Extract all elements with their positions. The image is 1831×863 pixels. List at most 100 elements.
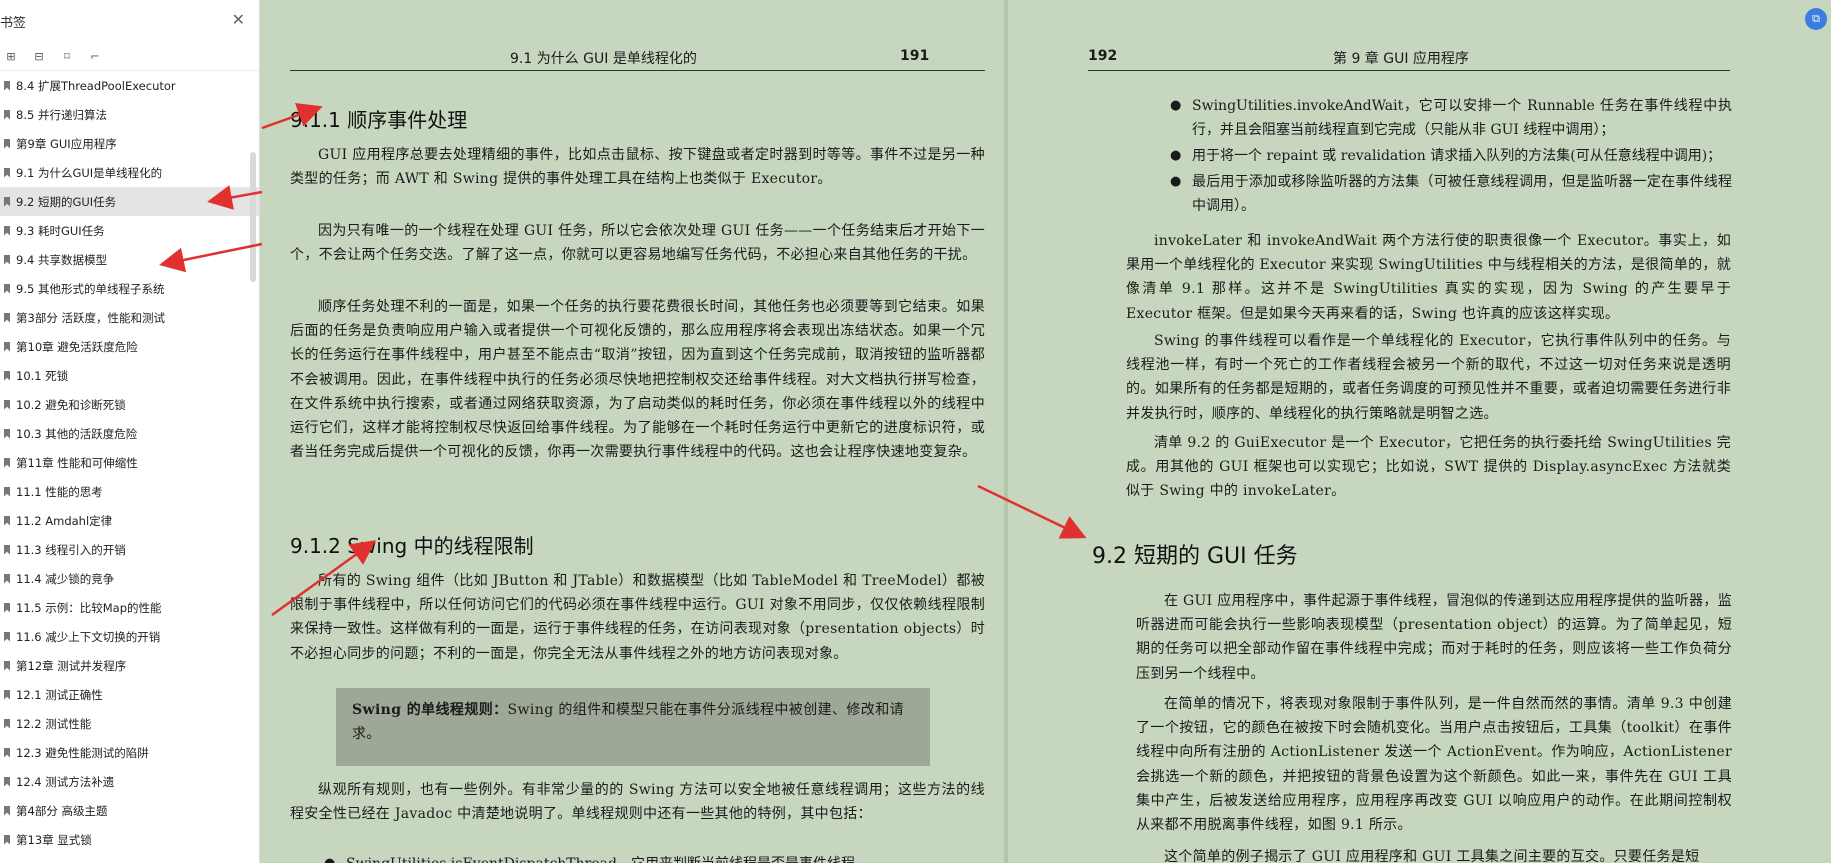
pdf-page-left: 9.1 为什么 GUI 是单线程化的 191 9.1.1 顺序事件处理 GUI …: [260, 0, 1004, 863]
bookmark-item[interactable]: 9.4 共享数据模型: [0, 245, 259, 274]
bookmark-label: 第4部分 高级主题: [16, 803, 108, 818]
bookmark-item[interactable]: 11.6 减少上下文切换的开销: [0, 622, 259, 651]
bookmark-label: 12.4 测试方法补遗: [16, 774, 115, 789]
page-number: 191: [900, 48, 930, 64]
paragraph: 清单 9.2 的 GuiExecutor 是一个 Executor，它把任务的执…: [1126, 435, 1731, 500]
collapse-all-icon[interactable]: ⊟: [32, 49, 46, 63]
bullet-list: SwingUtilities.isEventDispatchThread，它用来…: [318, 852, 978, 863]
bookmark-icon: [4, 660, 10, 671]
bookmark-icon: [4, 196, 10, 207]
bookmark-icon: [4, 544, 10, 555]
bookmark-icon: [4, 457, 10, 468]
bookmarks-panel: 书签 ✕ ⊞ ⊟ ⌑ ⌐ 8.4 扩展ThreadPoolExecutor 8.…: [0, 0, 260, 863]
bookmark-item[interactable]: 第13章 显式锁: [0, 825, 259, 854]
bookmark-icon: [4, 834, 10, 845]
bookmark-label: 第3部分 活跃度，性能和测试: [16, 310, 165, 325]
bookmark-icon[interactable]: ⌐: [88, 49, 102, 63]
add-bookmark-icon[interactable]: ⌑: [60, 49, 74, 63]
bookmark-item[interactable]: 第9章 GUI应用程序: [0, 129, 259, 158]
header-rule: [290, 70, 985, 71]
bookmark-item[interactable]: 11.3 线程引入的开销: [0, 535, 259, 564]
bookmark-item[interactable]: 第3部分 活跃度，性能和测试: [0, 303, 259, 332]
bookmark-item[interactable]: 8.4 扩展ThreadPoolExecutor: [0, 71, 259, 100]
rule-callout: Swing 的单线程规则：Swing 的组件和模型只能在事件分派线程中被创建、修…: [336, 688, 930, 766]
bookmark-item[interactable]: 11.2 Amdahl定律: [0, 506, 259, 535]
bookmark-item[interactable]: 第4部分 高级主题: [0, 796, 259, 825]
floating-tool-button[interactable]: ⧉: [1805, 8, 1827, 30]
bookmark-item[interactable]: 12.4 测试方法补遗: [0, 767, 259, 796]
bookmark-label: 10.2 避免和诊断死锁: [16, 397, 126, 412]
bookmark-icon: [4, 718, 10, 729]
bullet-item: 用于将一个 repaint 或 revalidation 请求插入队列的方法集(…: [1164, 144, 1732, 168]
bookmark-label: 9.1 为什么GUI是单线程化的: [16, 165, 163, 180]
bookmark-item[interactable]: 10.1 死锁: [0, 361, 259, 390]
bookmark-item[interactable]: 9.3 耗时GUI任务: [0, 216, 259, 245]
bookmark-item-active[interactable]: 9.2 短期的GUI任务: [0, 187, 259, 216]
bookmark-label: 8.4 扩展ThreadPoolExecutor: [16, 78, 176, 93]
bookmark-item[interactable]: 9.1 为什么GUI是单线程化的: [0, 158, 259, 187]
bookmark-label: 10.1 死锁: [16, 368, 69, 383]
bookmark-item[interactable]: 10.3 其他的活跃度危险: [0, 419, 259, 448]
bookmarks-toolbar: ⊞ ⊟ ⌑ ⌐: [0, 42, 259, 71]
bullet-list: SwingUtilities.invokeAndWait，它可以安排一个 Run…: [1164, 94, 1732, 220]
bookmark-label: 12.3 避免性能测试的陷阱: [16, 745, 149, 760]
close-icon[interactable]: ✕: [232, 10, 245, 29]
bookmarks-title: 书签: [0, 16, 27, 31]
bookmark-icon: [4, 254, 10, 265]
bookmark-label: 11.2 Amdahl定律: [16, 513, 113, 528]
bookmark-item[interactable]: 第12章 测试并发程序: [0, 651, 259, 680]
bullet-item: SwingUtilities.invokeAndWait，它可以安排一个 Run…: [1164, 94, 1732, 142]
bookmark-item[interactable]: 8.5 并行递归算法: [0, 100, 259, 129]
bookmark-icon: [4, 515, 10, 526]
bookmark-item[interactable]: 第10章 避免活跃度危险: [0, 332, 259, 361]
bookmark-icon: [4, 341, 10, 352]
bookmark-list: 8.4 扩展ThreadPoolExecutor 8.5 并行递归算法 第9章 …: [0, 71, 259, 854]
paragraph: 在 GUI 应用程序中，事件起源于事件线程，冒泡似的传递到达应用程序提供的监听器…: [1136, 593, 1733, 682]
sidebar-scrollbar[interactable]: [250, 152, 256, 282]
pdf-page-right: 192 第 9 章 GUI 应用程序 SwingUtilities.invoke…: [1008, 0, 1831, 863]
bookmark-label: 11.4 减少锁的竞争: [16, 571, 115, 586]
paragraph: 这个简单的例子揭示了 GUI 应用程序和 GUI 工具集之间主要的互交。只要任务…: [1164, 849, 1700, 863]
bookmark-icon: [4, 138, 10, 149]
bookmark-label: 第12章 测试并发程序: [16, 658, 127, 673]
bookmark-icon: [4, 747, 10, 758]
bookmark-label: 12.1 测试正确性: [16, 687, 103, 702]
running-header: 第 9 章 GUI 应用程序: [1333, 51, 1469, 67]
bookmark-icon: [4, 573, 10, 584]
bookmark-label: 第13章 显式锁: [16, 832, 92, 847]
paragraph: 纵观所有规则，也有一些例外。有非常少量的的 Swing 方法可以安全地被任意线程…: [290, 782, 985, 823]
bookmark-item[interactable]: 10.2 避免和诊断死锁: [0, 390, 259, 419]
bookmark-label: 12.2 测试性能: [16, 716, 92, 731]
bookmark-item[interactable]: 9.5 其他形式的单线程子系统: [0, 274, 259, 303]
bullet-item: SwingUtilities.isEventDispatchThread，它用来…: [318, 852, 978, 863]
bookmark-item[interactable]: 12.3 避免性能测试的陷阱: [0, 738, 259, 767]
section-heading: 9.1.1 顺序事件处理: [290, 108, 468, 132]
paragraph: invokeLater 和 invokeAndWait 两个方法行使的职责很像一…: [1126, 233, 1731, 322]
bookmark-item[interactable]: 12.1 测试正确性: [0, 680, 259, 709]
expand-all-icon[interactable]: ⊞: [4, 49, 18, 63]
section-heading: 9.1.2 Swing 中的线程限制: [290, 534, 534, 558]
bookmark-icon: [4, 602, 10, 613]
bookmark-item[interactable]: 第11章 性能和可伸缩性: [0, 448, 259, 477]
bookmark-label: 11.6 减少上下文切换的开销: [16, 629, 161, 644]
bookmark-label: 第9章 GUI应用程序: [16, 136, 117, 151]
paragraph: 因为只有唯一的一个线程在处理 GUI 任务，所以它会依次处理 GUI 任务——一…: [290, 223, 985, 264]
bookmark-icon: [4, 776, 10, 787]
bookmark-icon: [4, 167, 10, 178]
bookmark-icon: [4, 109, 10, 120]
bookmark-item[interactable]: 11.4 减少锁的竞争: [0, 564, 259, 593]
bookmark-icon: [4, 486, 10, 497]
running-header: 9.1 为什么 GUI 是单线程化的: [510, 51, 697, 67]
bookmark-item[interactable]: 11.1 性能的思考: [0, 477, 259, 506]
bookmark-label: 11.3 线程引入的开销: [16, 542, 126, 557]
paragraph: GUI 应用程序总要去处理精细的事件，比如点击鼠标、按下键盘或者定时器到时等等。…: [290, 147, 985, 188]
bookmark-icon: [4, 399, 10, 410]
section-heading: 9.2 短期的 GUI 任务: [1092, 544, 1298, 569]
bookmark-icon: [4, 428, 10, 439]
bookmark-icon: [4, 80, 10, 91]
bookmark-item[interactable]: 12.2 测试性能: [0, 709, 259, 738]
bookmark-item[interactable]: 11.5 示例：比较Map的性能: [0, 593, 259, 622]
bookmark-label: 第11章 性能和可伸缩性: [16, 455, 138, 470]
bookmark-label: 9.2 短期的GUI任务: [16, 194, 117, 209]
bookmark-label: 8.5 并行递归算法: [16, 107, 107, 122]
